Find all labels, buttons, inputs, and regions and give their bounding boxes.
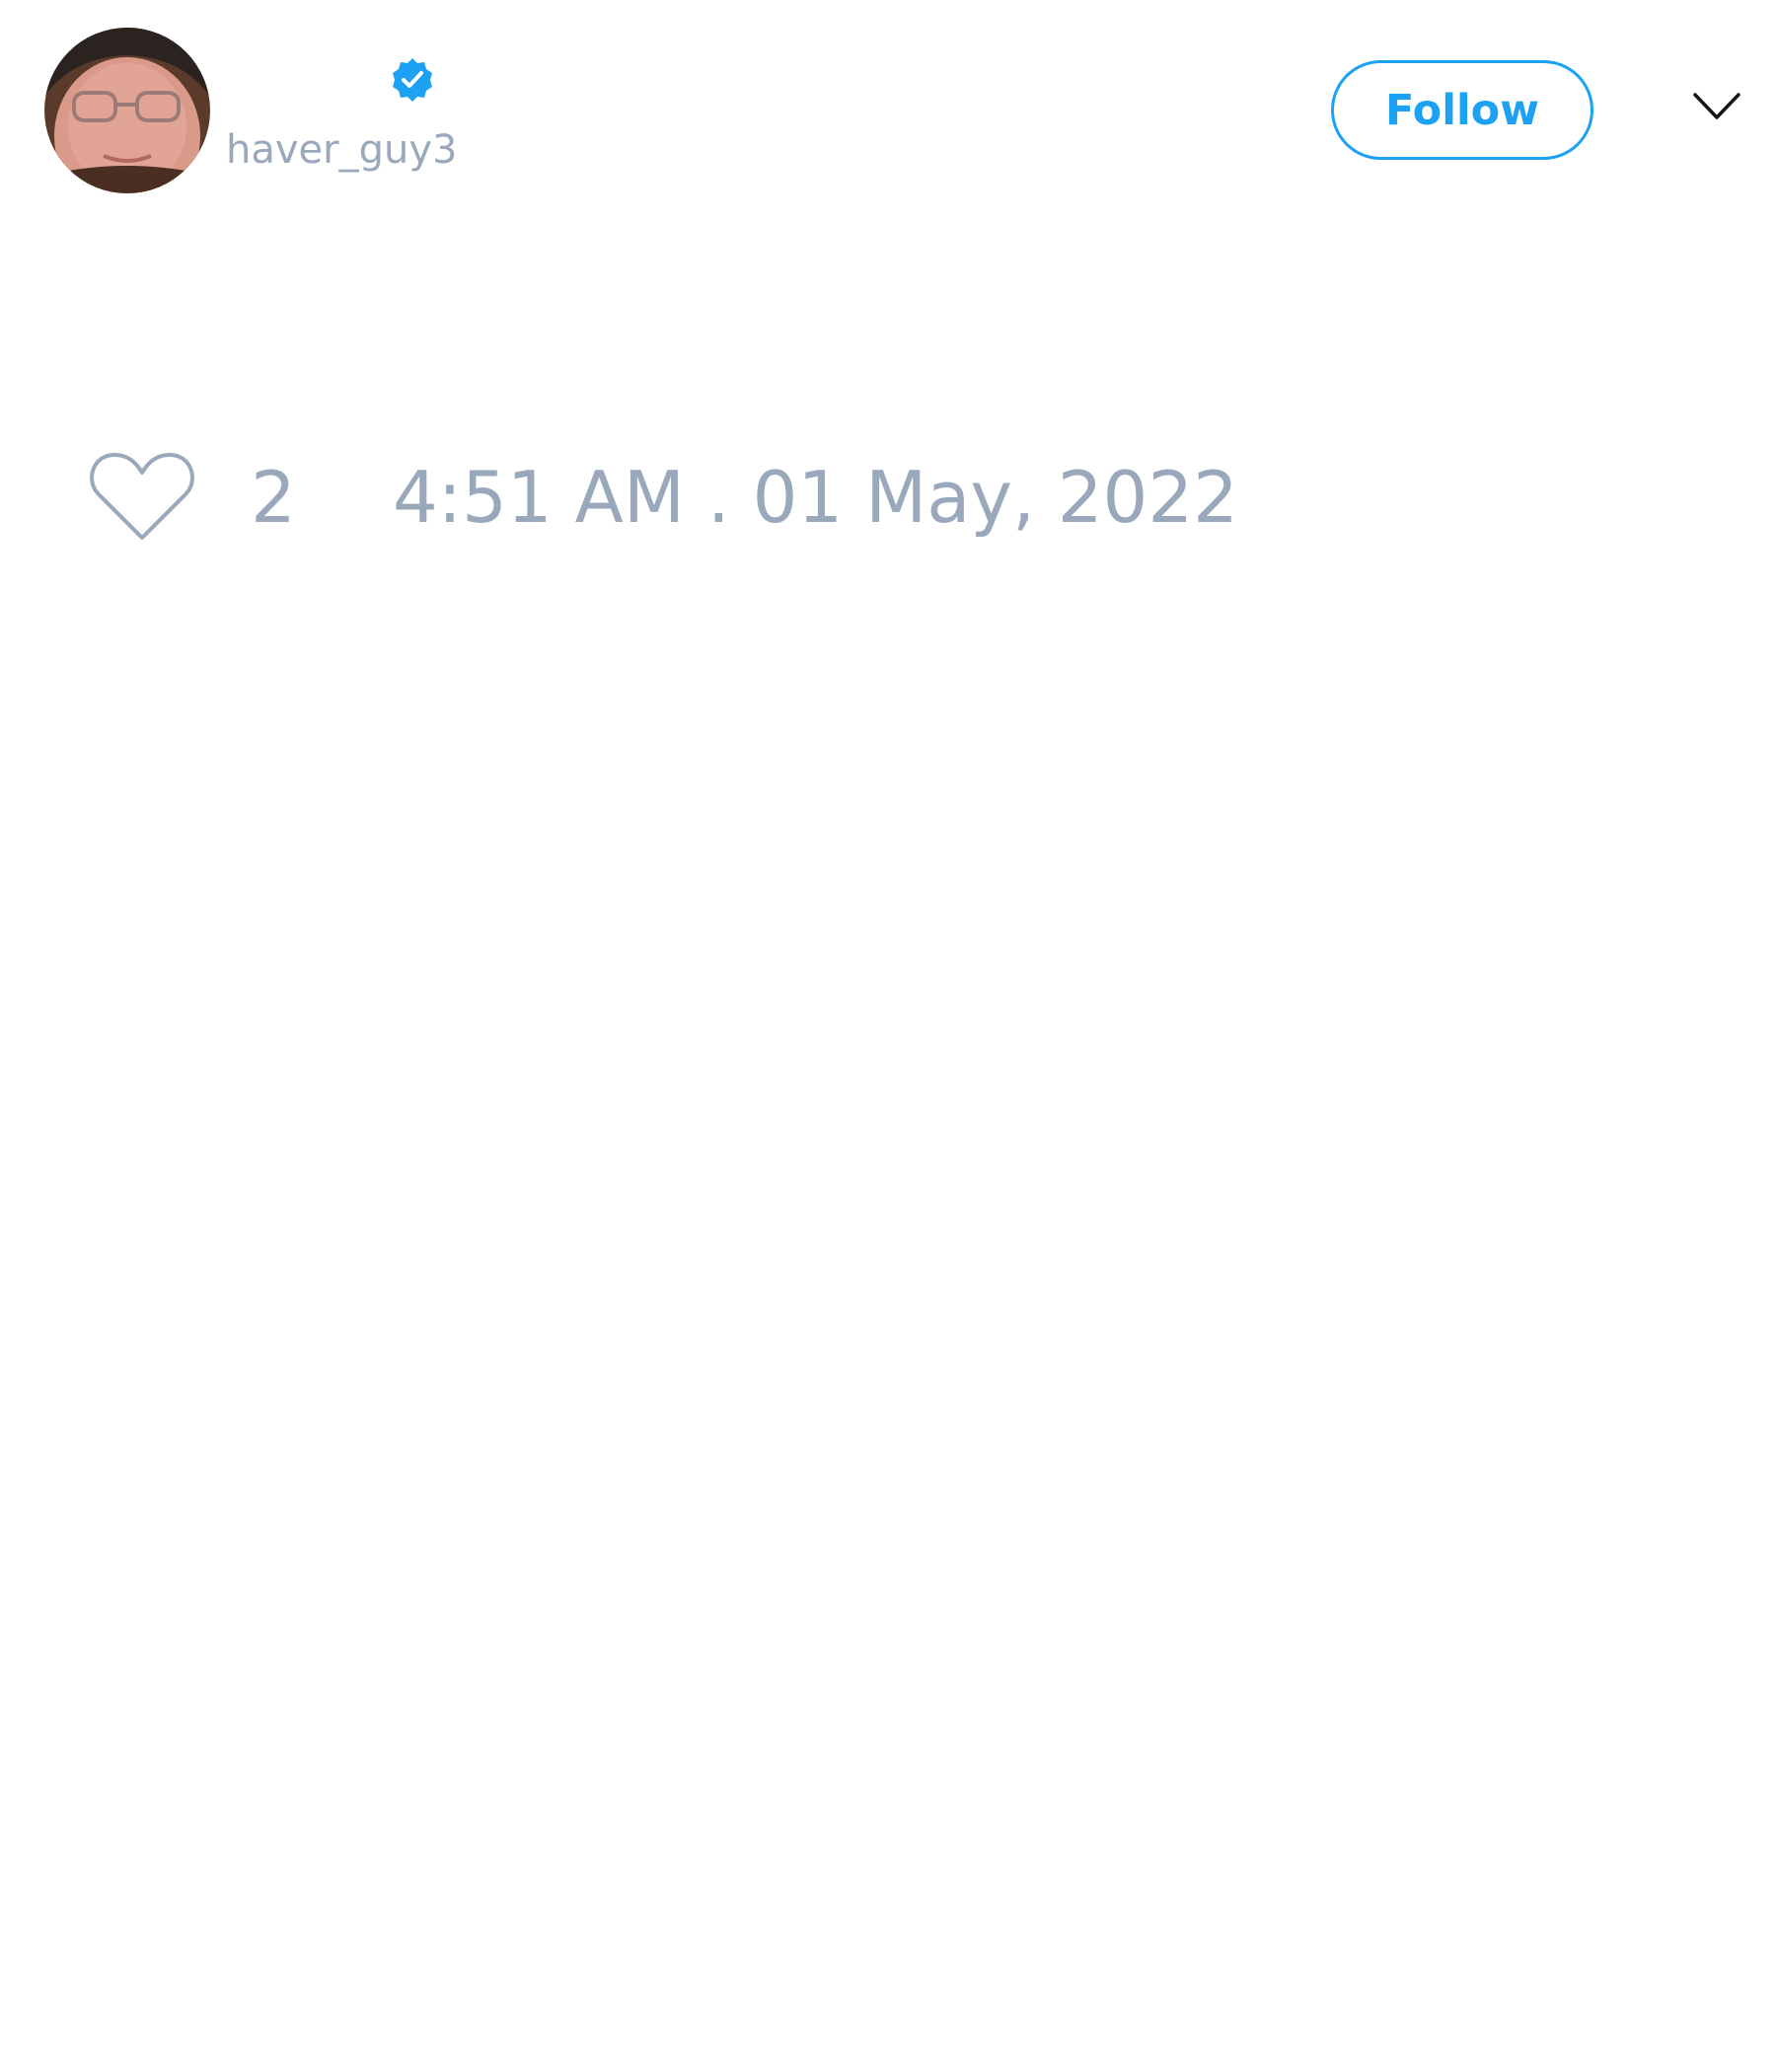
follow-button[interactable]: Follow bbox=[1331, 60, 1593, 160]
tweet-card: haver_guy3 Follow 2 4:51 AM . 01 May, 20… bbox=[0, 0, 1776, 2072]
verified-badge-icon bbox=[393, 58, 432, 102]
avatar-photo bbox=[44, 28, 210, 193]
like-count: 2 bbox=[251, 456, 296, 539]
heart-icon[interactable] bbox=[89, 449, 195, 544]
tweet-timestamp[interactable]: 4:51 AM . 01 May, 2022 bbox=[393, 456, 1238, 539]
author-handle[interactable]: haver_guy3 bbox=[226, 126, 457, 174]
avatar[interactable] bbox=[44, 28, 210, 193]
chevron-down-icon[interactable] bbox=[1692, 91, 1741, 122]
